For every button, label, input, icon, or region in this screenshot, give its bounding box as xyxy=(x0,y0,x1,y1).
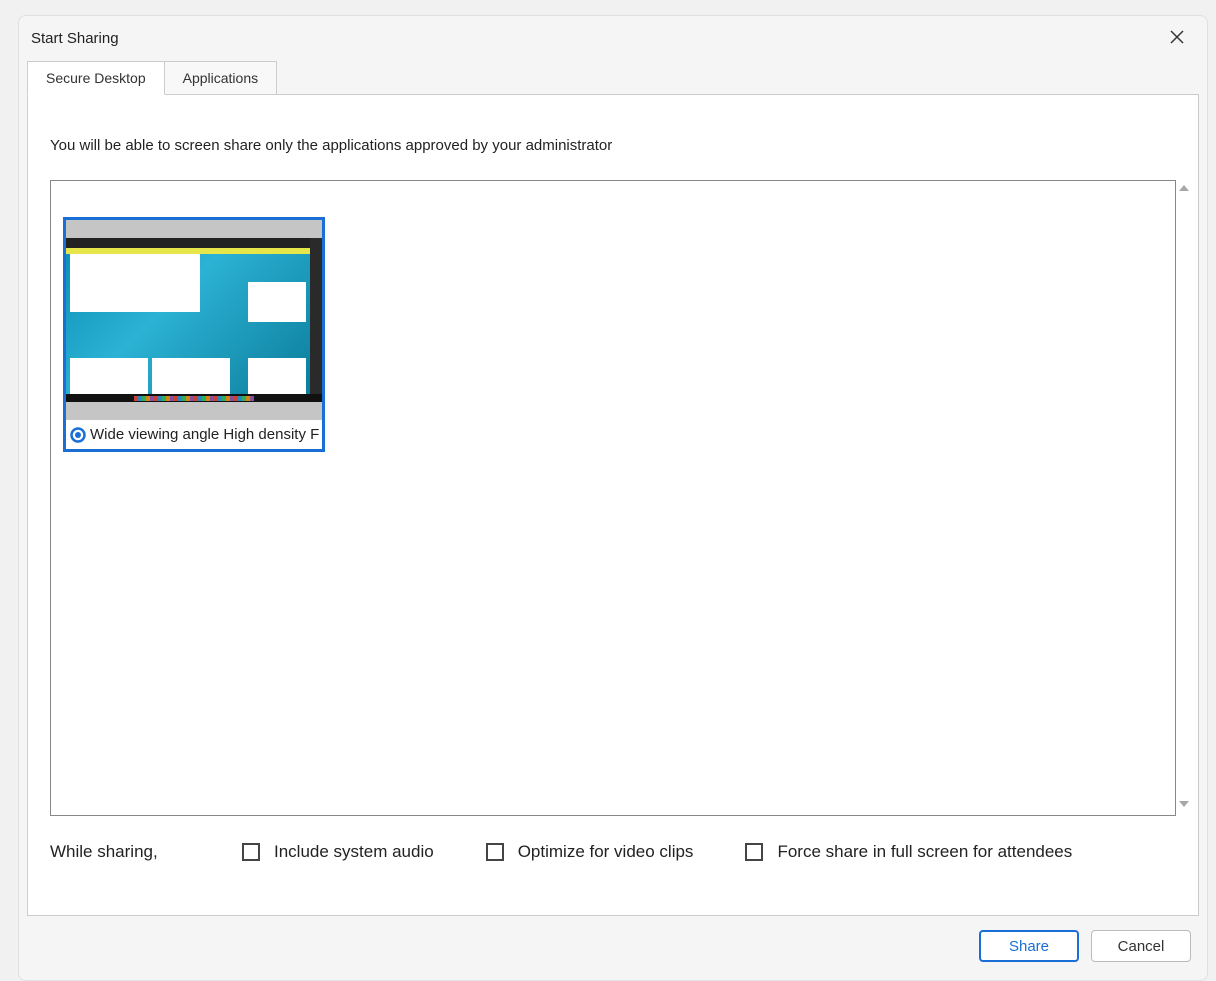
scroll-up-button[interactable] xyxy=(1175,181,1193,199)
share-button[interactable]: Share xyxy=(979,930,1079,962)
checkbox-icon xyxy=(242,843,260,861)
screen-thumbnail xyxy=(66,220,322,420)
close-button[interactable] xyxy=(1163,24,1191,52)
checkbox-optimize-video-clips[interactable]: Optimize for video clips xyxy=(486,842,694,862)
checkbox-force-fullscreen[interactable]: Force share in full screen for attendees xyxy=(745,842,1072,862)
checkbox-icon xyxy=(745,843,763,861)
dialog-footer: Share Cancel xyxy=(19,924,1207,980)
tab-applications[interactable]: Applications xyxy=(164,61,278,95)
screen-tile-label-row: Wide viewing angle High density F xyxy=(66,420,322,449)
screen-tile-label: Wide viewing angle High density F xyxy=(90,426,319,443)
checkbox-label: Include system audio xyxy=(274,842,434,862)
close-icon xyxy=(1170,28,1184,49)
checkbox-icon xyxy=(486,843,504,861)
options-lead-text: While sharing, xyxy=(50,842,190,862)
screen-selection-area: Wide viewing angle High density F xyxy=(50,180,1176,816)
sharing-options-row: While sharing, Include system audio Opti… xyxy=(28,816,1198,880)
triangle-down-icon xyxy=(1178,797,1190,815)
triangle-up-icon xyxy=(1178,181,1190,199)
screen-tiles-container: Wide viewing angle High density F xyxy=(51,181,1175,815)
checkbox-label: Optimize for video clips xyxy=(518,842,694,862)
screen-tile-1[interactable]: Wide viewing angle High density F xyxy=(63,217,325,452)
radio-selected-icon xyxy=(70,427,86,443)
cancel-button[interactable]: Cancel xyxy=(1091,930,1191,962)
tab-content: You will be able to screen share only th… xyxy=(27,94,1199,916)
tab-secure-desktop[interactable]: Secure Desktop xyxy=(27,61,165,95)
checkbox-label: Force share in full screen for attendees xyxy=(777,842,1072,862)
admin-info-text: You will be able to screen share only th… xyxy=(28,95,1198,166)
scroll-down-button[interactable] xyxy=(1175,797,1193,815)
dialog-header: Start Sharing xyxy=(19,16,1207,60)
start-sharing-dialog: Start Sharing Secure Desktop Application… xyxy=(18,15,1208,981)
checkbox-include-system-audio[interactable]: Include system audio xyxy=(242,842,434,862)
dialog-title: Start Sharing xyxy=(31,30,119,47)
tab-bar: Secure Desktop Applications xyxy=(19,61,1207,95)
